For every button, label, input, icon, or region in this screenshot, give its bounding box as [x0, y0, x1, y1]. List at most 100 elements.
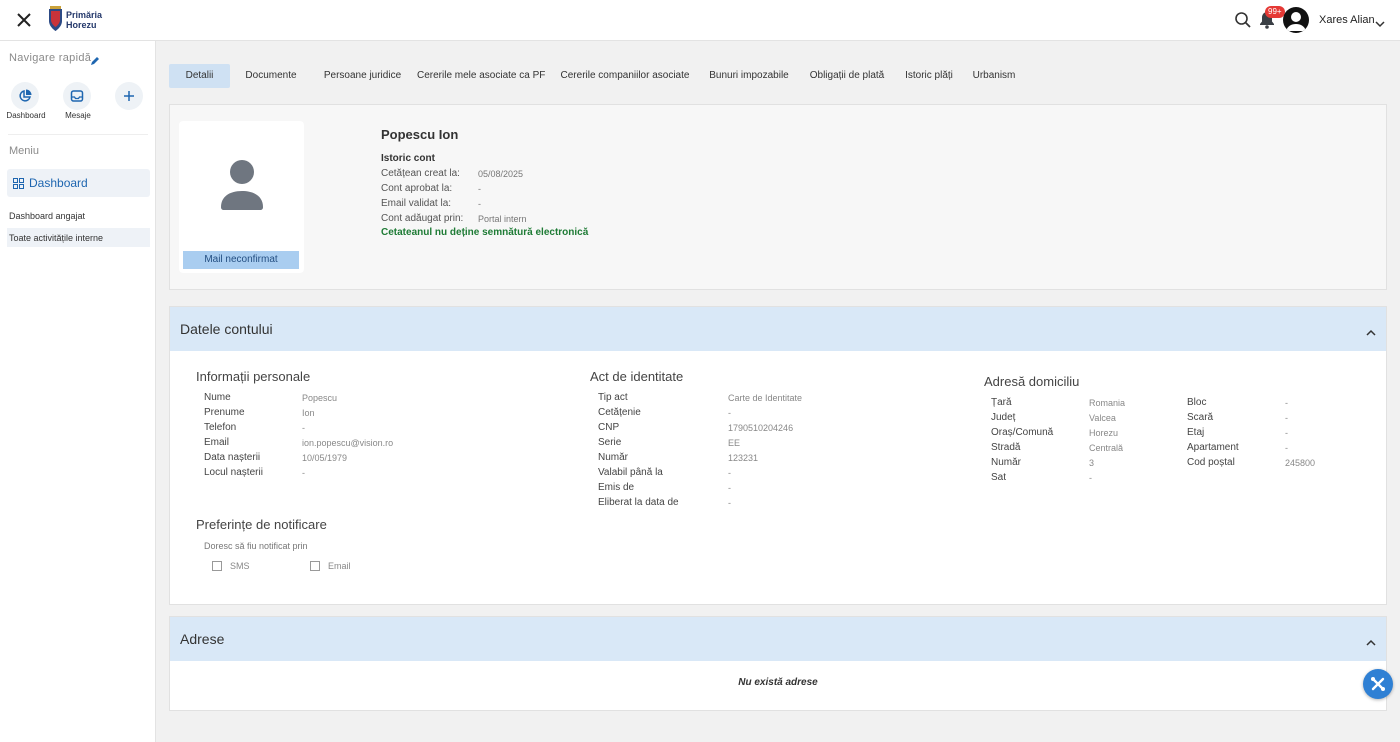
identity-value: Carte de Identitate: [728, 393, 803, 403]
grid-icon: [13, 177, 24, 189]
app-logo[interactable]: Primăria Horezu: [47, 6, 102, 33]
personal-value: -: [302, 468, 305, 478]
sidebar-item-activitati-interne[interactable]: Toate activitățile interne: [7, 228, 150, 247]
user-avatar[interactable]: [1283, 7, 1309, 33]
address-label: Apartament: [1187, 442, 1239, 453]
email-label: Email: [328, 561, 351, 571]
identity-label: Eliberat la data de: [598, 497, 679, 508]
identity-value: 1790510204246: [728, 423, 794, 433]
home-address-title: Adresă domiciliu: [984, 374, 1080, 389]
tab-obligatii-plata[interactable]: Obligații de plată: [806, 64, 888, 88]
user-name[interactable]: Xares Alian: [1319, 14, 1375, 26]
personal-value: Popescu: [302, 393, 338, 403]
identity-value: -: [728, 468, 731, 478]
personal-label: Data nașterii: [204, 452, 261, 463]
chevron-up-icon[interactable]: [1366, 323, 1376, 341]
profile-name: Popescu Ion: [381, 127, 459, 142]
tab-urbanism[interactable]: Urbanism: [971, 64, 1017, 88]
tools-icon: [1371, 677, 1385, 691]
chevron-up-icon[interactable]: [1366, 633, 1376, 651]
address-value: -: [1285, 428, 1288, 438]
sms-label: SMS: [230, 561, 250, 571]
email-checkbox[interactable]: [310, 561, 320, 571]
addresses-panel: Adrese Nu există adrese: [169, 616, 1387, 711]
personal-value: ion.popescu@vision.ro: [302, 438, 394, 448]
tab-cereri-companii[interactable]: Cererile companiilor asociate: [559, 64, 691, 88]
sidebar: Navigare rapidă Dashboard Mesaje Meniu D…: [0, 41, 156, 742]
tab-bunuri-impozabile[interactable]: Bunuri impozabile: [706, 64, 792, 88]
address-value: -: [1089, 473, 1092, 483]
history-label: Cetățean creat la:: [381, 168, 460, 179]
identity-value: -: [728, 408, 731, 418]
identity-label: Emis de: [598, 482, 635, 493]
identity-doc-title: Act de identitate: [590, 369, 684, 384]
sms-checkbox[interactable]: [212, 561, 222, 571]
quick-nav-label: Navigare rapidă: [9, 52, 92, 64]
pencil-icon[interactable]: [90, 53, 100, 71]
plus-icon: [124, 91, 134, 101]
tab-istoric-plati[interactable]: Istoric plăți: [902, 64, 956, 88]
address-label: Țară: [991, 397, 1012, 408]
address-label: Bloc: [1187, 397, 1207, 408]
history-value: -: [478, 199, 481, 209]
search-icon[interactable]: [1234, 11, 1252, 34]
personal-label: Locul nașterii: [204, 467, 263, 478]
history-value: Portal intern: [478, 214, 527, 224]
personal-label: Nume: [204, 392, 231, 403]
close-icon[interactable]: [14, 10, 34, 30]
identity-value: -: [728, 483, 731, 493]
inbox-icon: [70, 90, 84, 102]
chevron-down-icon[interactable]: [1375, 15, 1385, 33]
account-data-panel-header[interactable]: Datele contului: [170, 307, 1386, 351]
tools-fab-button[interactable]: [1363, 669, 1393, 699]
personal-label: Email: [204, 437, 230, 448]
personal-info-title: Informații personale: [196, 369, 311, 384]
address-value: Horezu: [1089, 428, 1119, 438]
personal-value: Ion: [302, 408, 315, 418]
identity-value: EE: [728, 438, 741, 448]
tab-cereri-pf[interactable]: Cererile mele asociate ca PF: [417, 64, 545, 88]
tab-documente[interactable]: Documente: [241, 64, 301, 88]
quick-dashboard-button[interactable]: [11, 82, 39, 110]
history-value: 05/08/2025: [478, 169, 524, 179]
history-title: Istoric cont: [381, 153, 435, 164]
addresses-panel-header[interactable]: Adrese: [170, 617, 1386, 661]
quick-dashboard-label: Dashboard: [6, 111, 46, 120]
notification-prefs-title: Preferințe de notificare: [196, 517, 327, 532]
personal-label: Prenume: [204, 407, 245, 418]
coat-of-arms-icon: [49, 6, 62, 31]
identity-label: Cetățenie: [598, 407, 641, 418]
identity-value: 123231: [728, 453, 759, 463]
history-value: -: [478, 184, 481, 194]
notification-count-badge: 99+: [1265, 6, 1285, 18]
address-label: Sat: [991, 472, 1007, 483]
account-data-panel: Datele contului Informații personale Num…: [169, 306, 1387, 605]
top-bar: Primăria Horezu 99+ Xares Alian: [0, 0, 1400, 41]
address-value: Romania: [1089, 398, 1126, 408]
empty-addresses-message: Nu există adrese: [738, 677, 818, 688]
signature-status: Cetateanul nu deține semnătură electroni…: [381, 227, 589, 238]
address-value: -: [1285, 413, 1288, 423]
tab-detalii[interactable]: Detalii: [169, 64, 230, 88]
address-value: 245800: [1285, 458, 1316, 468]
address-label: Etaj: [1187, 427, 1205, 438]
history-label: Cont aprobat la:: [381, 183, 453, 194]
tab-persoane-juridice[interactable]: Persoane juridice: [321, 64, 404, 88]
quick-add-button[interactable]: [115, 82, 143, 110]
profile-card: Mail neconfirmat Popescu Ion Istoric con…: [169, 104, 1387, 290]
identity-label: Valabil până la: [598, 467, 663, 478]
panel-title: Datele contului: [180, 321, 273, 337]
pie-chart-icon: [19, 89, 32, 102]
history-label: Email validat la:: [381, 198, 452, 209]
notification-subtitle: Doresc să fiu notificat prin: [204, 541, 308, 551]
sidebar-item-dashboard-angajat[interactable]: Dashboard angajat: [7, 206, 150, 225]
user-placeholder-icon: [221, 160, 263, 210]
mail-unconfirmed-button[interactable]: Mail neconfirmat: [183, 251, 299, 269]
personal-value: 10/05/1979: [302, 453, 348, 463]
identity-label: Tip act: [598, 392, 628, 403]
history-label: Cont adăugat prin:: [381, 213, 464, 224]
sidebar-item-dashboard[interactable]: Dashboard: [7, 169, 150, 197]
identity-label: CNP: [598, 422, 620, 433]
quick-messages-button[interactable]: [63, 82, 91, 110]
address-value: -: [1285, 443, 1288, 453]
